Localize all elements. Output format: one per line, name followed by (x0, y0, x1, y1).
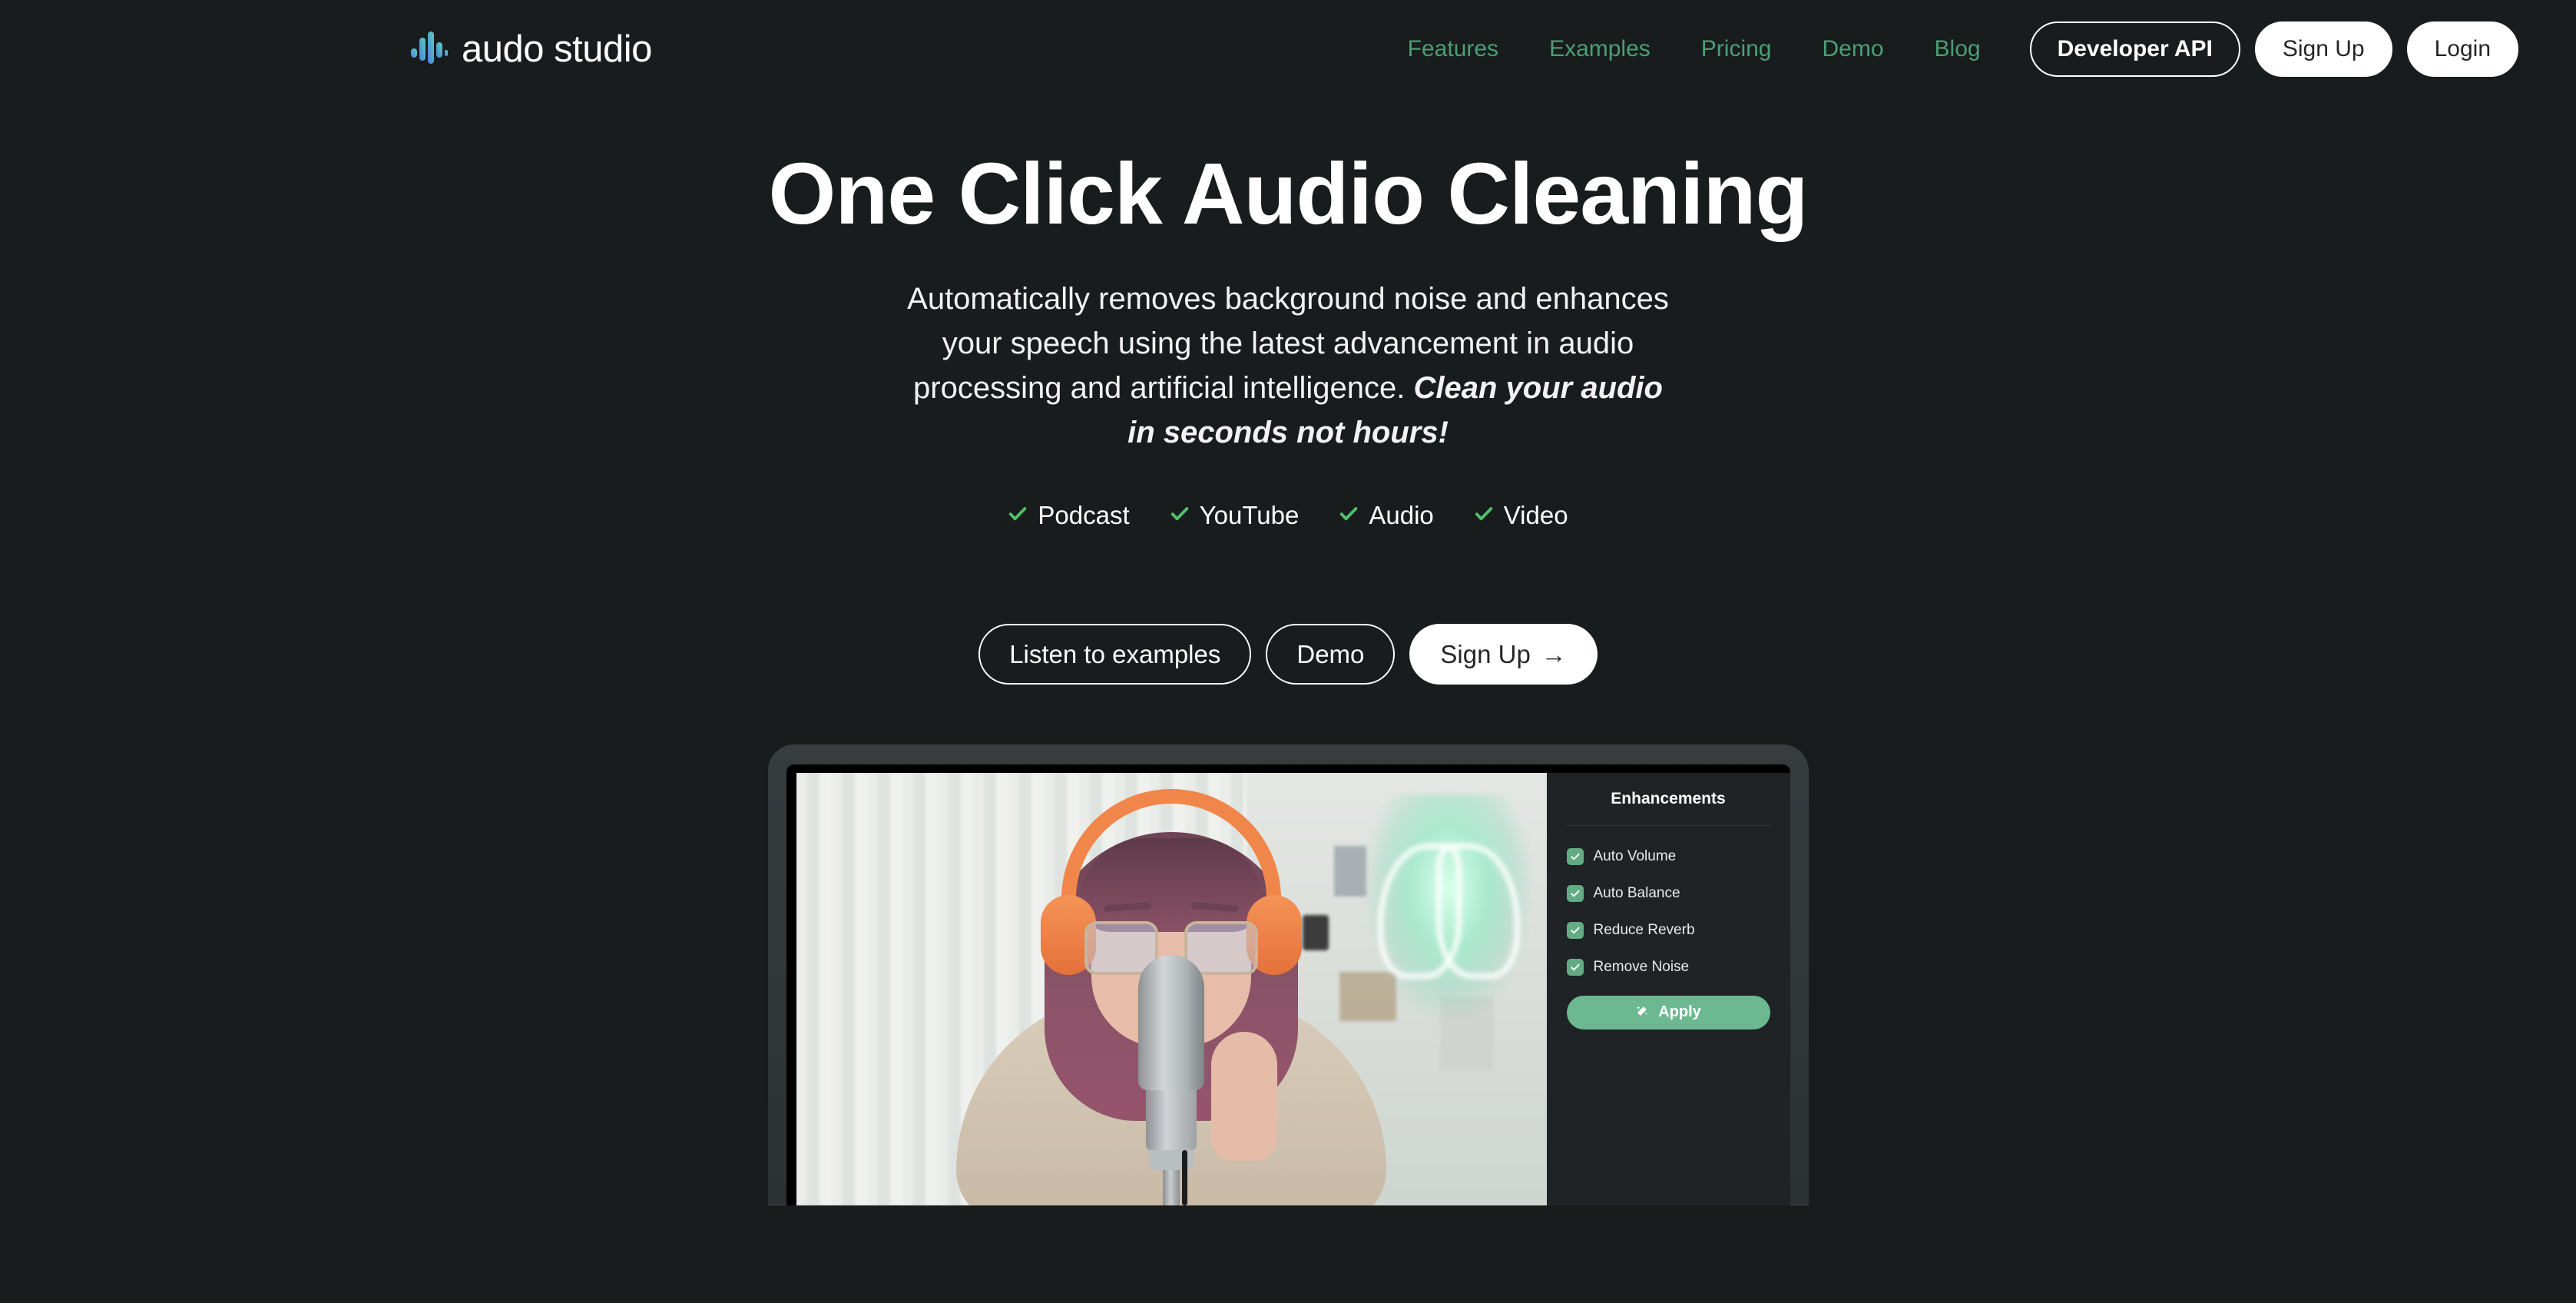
feature-tag-youtube: YouTube (1170, 500, 1300, 530)
podcaster-photo (796, 772, 1547, 1205)
video-preview (796, 772, 1547, 1205)
microphone-icon (1138, 954, 1204, 1090)
apply-label: Apply (1658, 1003, 1701, 1021)
enhancement-auto-balance[interactable]: Auto Balance (1566, 884, 1770, 902)
login-button[interactable]: Login (2406, 22, 2518, 77)
enhancement-label: Remove Noise (1593, 958, 1690, 975)
checkbox-checked-icon[interactable] (1566, 921, 1584, 939)
check-icon (1170, 501, 1190, 530)
audio-waveform-icon (411, 30, 448, 69)
check-icon (1474, 501, 1494, 530)
check-icon (1008, 501, 1028, 530)
checkbox-checked-icon[interactable] (1566, 958, 1584, 976)
enhancement-label: Auto Volume (1593, 847, 1677, 864)
product-mockup: Enhancements Auto Volume Auto Balance Re… (0, 744, 2576, 1205)
feature-tag-list: Podcast YouTube Audio Video (0, 501, 2576, 530)
enhancement-label: Auto Balance (1593, 884, 1680, 901)
hero-sign-up-label: Sign Up (1440, 639, 1531, 668)
enhancement-remove-noise[interactable]: Remove Noise (1566, 958, 1770, 976)
checkbox-checked-icon[interactable] (1566, 847, 1584, 865)
developer-api-button[interactable]: Developer API (2029, 22, 2240, 77)
nav-item-features[interactable]: Features (1382, 36, 1524, 62)
magic-wand-icon (1635, 1004, 1649, 1020)
hero-subtitle: Automatically removes background noise a… (900, 277, 1676, 455)
nav-links: Features Examples Pricing Demo Blog (1382, 36, 2006, 62)
nav-item-pricing[interactable]: Pricing (1676, 36, 1797, 62)
hero-sign-up-button[interactable]: Sign Up → (1409, 623, 1598, 685)
enhancements-list: Auto Volume Auto Balance Reduce Reverb R… (1566, 826, 1770, 1029)
checkbox-checked-icon[interactable] (1566, 884, 1584, 902)
page-title: One Click Audio Cleaning (768, 145, 1808, 242)
enhancements-panel-title: Enhancements (1566, 790, 1770, 826)
cta-button-row: Listen to examples Demo Sign Up → (0, 623, 2576, 685)
feature-tag-label: Podcast (1038, 500, 1130, 529)
enhancement-auto-volume[interactable]: Auto Volume (1566, 847, 1770, 865)
feature-tag-video: Video (1474, 501, 1568, 530)
enhancements-panel: Enhancements Auto Volume Auto Balance Re… (1546, 772, 1790, 1205)
nav-item-examples[interactable]: Examples (1524, 36, 1676, 62)
nav-item-blog[interactable]: Blog (1909, 36, 2006, 62)
laptop-screen: Enhancements Auto Volume Auto Balance Re… (786, 764, 1790, 1205)
enhancement-reduce-reverb[interactable]: Reduce Reverb (1566, 921, 1770, 939)
sign-up-button[interactable]: Sign Up (2254, 22, 2392, 77)
enhancement-label: Reduce Reverb (1593, 921, 1695, 938)
site-header: audo studio Features Examples Pricing De… (0, 0, 2576, 98)
feature-tag-label: Audio (1369, 500, 1434, 529)
hero-section: One Click Audio Cleaning Automatically r… (0, 98, 2576, 1205)
feature-tag-label: Video (1503, 500, 1568, 529)
nav-item-demo[interactable]: Demo (1796, 36, 1909, 62)
demo-button[interactable]: Demo (1266, 623, 1396, 685)
listen-to-examples-button[interactable]: Listen to examples (978, 623, 1252, 685)
neon-brain-sign (1366, 794, 1531, 1017)
brand-logo[interactable]: audo studio (411, 30, 652, 69)
brand-name: audo studio (462, 28, 652, 70)
arrow-right-icon: → (1541, 639, 1567, 668)
laptop-frame: Enhancements Auto Volume Auto Balance Re… (767, 744, 1809, 1205)
header-nav: Features Examples Pricing Demo Blog Deve… (1382, 22, 2518, 77)
feature-tag-audio: Audio (1339, 500, 1434, 530)
apply-button[interactable]: Apply (1566, 995, 1770, 1029)
feature-tag-podcast: Podcast (1008, 500, 1130, 530)
check-icon (1339, 501, 1359, 530)
feature-tag-label: YouTube (1199, 500, 1300, 529)
header-buttons: Developer API Sign Up Login (2029, 22, 2518, 77)
